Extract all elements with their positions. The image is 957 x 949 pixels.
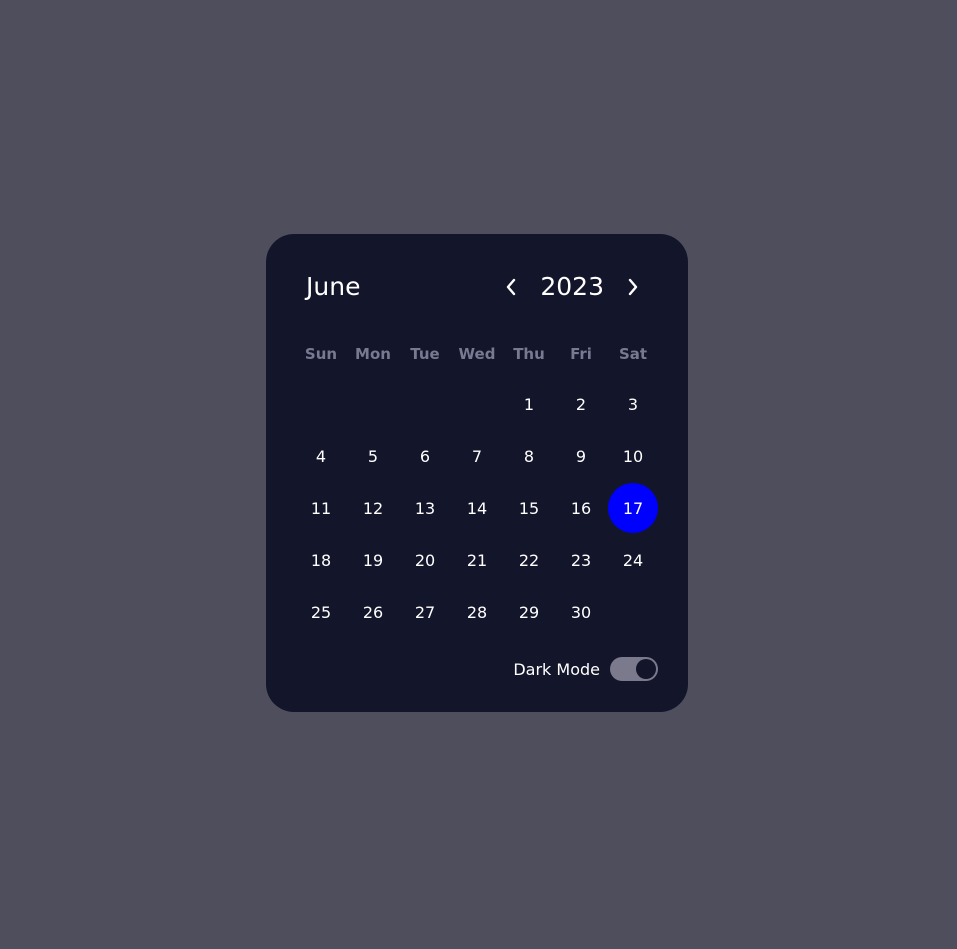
empty-day-cell	[451, 378, 503, 430]
month-label: June	[306, 272, 361, 301]
day-cell: 6	[399, 430, 451, 482]
previous-year-button[interactable]	[496, 272, 526, 302]
day-button[interactable]: 12	[348, 483, 398, 533]
day-button[interactable]: 22	[504, 535, 554, 585]
day-button[interactable]: 14	[452, 483, 502, 533]
day-button[interactable]: 18	[296, 535, 346, 585]
day-cell: 19	[347, 534, 399, 586]
day-cell: 12	[347, 482, 399, 534]
day-cell: 25	[295, 586, 347, 638]
day-cell: 20	[399, 534, 451, 586]
day-button[interactable]: 3	[608, 379, 658, 429]
chevron-left-icon	[505, 278, 517, 296]
empty-day-cell	[347, 378, 399, 430]
day-cell: 5	[347, 430, 399, 482]
days-grid: 1 2 3 4 5 6 7 8 9 10 11 12 13 14 15 16 17 18 19 20 21 22 23 24 2…	[295, 378, 659, 638]
day-button[interactable]: 10	[608, 431, 658, 481]
day-button[interactable]: 21	[452, 535, 502, 585]
selected-day-button[interactable]: 17	[608, 483, 658, 533]
dark-mode-control: Dark Mode	[513, 657, 658, 681]
day-button[interactable]: 30	[556, 587, 606, 637]
day-button[interactable]: 25	[296, 587, 346, 637]
day-button[interactable]: 13	[400, 483, 450, 533]
day-button[interactable]: 19	[348, 535, 398, 585]
day-button[interactable]: 26	[348, 587, 398, 637]
day-cell: 29	[503, 586, 555, 638]
weekday-label: Mon	[355, 345, 391, 363]
day-cell: 17	[607, 482, 659, 534]
day-cell: 14	[451, 482, 503, 534]
day-cell: 18	[295, 534, 347, 586]
day-button[interactable]: 7	[452, 431, 502, 481]
weekday-label: Fri	[570, 345, 592, 363]
empty-day-cell	[399, 378, 451, 430]
day-button[interactable]: 20	[400, 535, 450, 585]
day-button[interactable]: 27	[400, 587, 450, 637]
weekday-header: Sun Mon Tue Wed Thu Fri Sat	[295, 340, 659, 368]
day-cell: 4	[295, 430, 347, 482]
day-button[interactable]: 28	[452, 587, 502, 637]
day-button[interactable]: 16	[556, 483, 606, 533]
next-year-button[interactable]	[618, 272, 648, 302]
day-button[interactable]: 1	[504, 379, 554, 429]
day-button[interactable]: 2	[556, 379, 606, 429]
dark-mode-label: Dark Mode	[513, 659, 600, 679]
day-cell: 11	[295, 482, 347, 534]
day-cell: 22	[503, 534, 555, 586]
day-cell: 10	[607, 430, 659, 482]
weekday-label: Sun	[304, 345, 338, 363]
day-cell: 26	[347, 586, 399, 638]
day-cell: 1	[503, 378, 555, 430]
day-button[interactable]: 9	[556, 431, 606, 481]
day-cell: 2	[555, 378, 607, 430]
day-button[interactable]: 8	[504, 431, 554, 481]
day-cell: 3	[607, 378, 659, 430]
weekday-label: Thu	[513, 345, 545, 363]
day-cell: 15	[503, 482, 555, 534]
day-cell: 21	[451, 534, 503, 586]
day-cell: 13	[399, 482, 451, 534]
day-cell: 28	[451, 586, 503, 638]
empty-day-cell	[295, 378, 347, 430]
year-label: 2023	[540, 272, 604, 301]
day-button[interactable]: 23	[556, 535, 606, 585]
dark-mode-toggle[interactable]	[610, 657, 658, 681]
day-cell: 27	[399, 586, 451, 638]
day-button[interactable]: 29	[504, 587, 554, 637]
day-cell: 7	[451, 430, 503, 482]
day-button[interactable]: 5	[348, 431, 398, 481]
weekday-label: Sat	[618, 345, 648, 363]
weekday-label: Wed	[458, 345, 496, 363]
calendar-card: June 2023 Sun Mon Tue Wed Thu Fri Sat 12345678…	[266, 234, 688, 712]
day-button[interactable]: 15	[504, 483, 554, 533]
day-cell: 16	[555, 482, 607, 534]
weekday-label: Tue	[410, 345, 440, 363]
day-cell: 9	[555, 430, 607, 482]
day-cell: 30	[555, 586, 607, 638]
year-navigation: 2023	[496, 268, 648, 306]
day-button[interactable]: 11	[296, 483, 346, 533]
chevron-right-icon	[627, 278, 639, 296]
day-cell: 24	[607, 534, 659, 586]
day-button[interactable]: 24	[608, 535, 658, 585]
day-cell: 8	[503, 430, 555, 482]
day-button[interactable]: 6	[400, 431, 450, 481]
day-cell: 23	[555, 534, 607, 586]
day-button[interactable]: 4	[296, 431, 346, 481]
toggle-knob	[636, 659, 656, 679]
